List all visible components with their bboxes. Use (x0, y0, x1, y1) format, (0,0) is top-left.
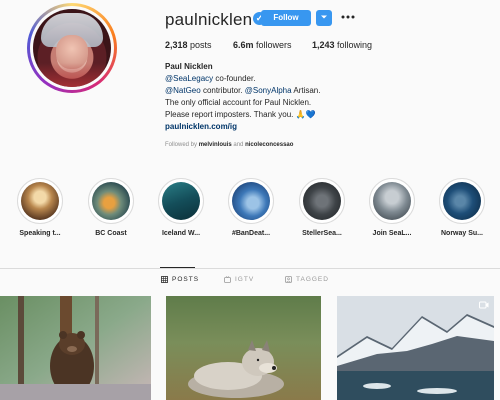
followed-by-user[interactable]: nicoleconcessao (245, 142, 293, 148)
following-count-value: 1,243 (312, 40, 335, 50)
mountains-photo (337, 296, 494, 400)
profile-full-name: Paul Nicklen (165, 62, 213, 71)
highlight-speaking[interactable]: Speaking t... (5, 178, 75, 237)
video-icon (479, 301, 489, 309)
bio-line: Please report imposters. Thank you. 🙏💙 (165, 110, 316, 119)
highlight-label: Iceland W... (161, 230, 201, 237)
igtv-icon (224, 276, 231, 283)
sonyalpha-mention-link[interactable]: @SonyAlpha (245, 86, 292, 95)
tab-posts[interactable]: POSTS (161, 276, 199, 283)
follow-button[interactable]: Follow (261, 10, 311, 26)
post-thumbnail-mountains[interactable] (337, 296, 494, 400)
sealegacy-mention-link[interactable]: @SeaLegacy (165, 74, 213, 83)
followers-count-label: followers (256, 40, 292, 50)
active-tab-indicator (160, 267, 195, 268)
posts-count-value: 2,318 (165, 40, 188, 50)
posts-count-label: posts (190, 40, 212, 50)
suggested-accounts-button[interactable] (316, 10, 332, 26)
followed-by-text[interactable]: Followed by melvinlouis and nicoleconces… (165, 142, 293, 148)
highlight-iceland[interactable]: Iceland W... (146, 178, 216, 237)
followed-by-prefix: Followed by (165, 142, 198, 148)
post-thumbnail-wolf[interactable] (166, 296, 321, 400)
wolf-photo (166, 296, 321, 400)
bio-line: @SeaLegacy co-founder. (165, 73, 255, 85)
tab-label: POSTS (172, 276, 200, 283)
profile-avatar[interactable] (27, 3, 117, 93)
natgeo-mention-link[interactable]: @NatGeo (165, 86, 201, 95)
followers-count-value: 6.6m (233, 40, 254, 50)
highlight-norway[interactable]: Norway Su... (427, 178, 497, 237)
highlight-label: StellerSea... (302, 230, 342, 237)
website-link[interactable]: paulnicklen.com/ig (165, 121, 237, 133)
bio-text: co-founder. (215, 74, 256, 83)
followed-by-user[interactable]: melvinlouis (199, 142, 232, 148)
following-count-label: following (337, 40, 373, 50)
grid-icon (161, 276, 168, 283)
bio-line: The only official account for Paul Nickl… (165, 98, 312, 107)
more-options-button[interactable] (340, 8, 356, 24)
tab-label: IGTV (235, 276, 255, 283)
highlight-label: BC Coast (95, 230, 127, 237)
bio-text: Artisan. (293, 86, 321, 95)
tabs-divider (0, 268, 500, 269)
bear-photo (0, 296, 151, 400)
tab-label: TAGGED (296, 276, 329, 283)
highlight-bc-coast[interactable]: BC Coast (76, 178, 146, 237)
highlight-label: Speaking t... (19, 230, 61, 237)
bio-line: @NatGeo contributor. @SonyAlpha Artisan. (165, 85, 320, 97)
tag-icon (285, 276, 292, 283)
tab-igtv[interactable]: IGTV (224, 276, 254, 283)
highlight-label: Join SeaL... (372, 230, 412, 237)
more-horizontal-icon (341, 15, 355, 19)
following-link[interactable]: 1,243 following (312, 40, 372, 50)
highlight-label: Norway Su... (440, 230, 483, 237)
profile-username: paulnicklen (165, 10, 253, 29)
bio-text: contributor. (202, 86, 243, 95)
followers-link[interactable]: 6.6m followers (233, 40, 292, 50)
highlight-join-sealegacy[interactable]: Join SeaL... (357, 178, 427, 237)
highlight-label: #BanDeat... (231, 230, 271, 237)
chevron-down-icon (321, 15, 327, 19)
post-thumbnail-bear[interactable] (0, 296, 151, 400)
posts-count: 2,318 posts (165, 40, 212, 50)
followed-by-joiner: and (233, 142, 244, 148)
highlight-bandeath[interactable]: #BanDeat... (216, 178, 286, 237)
tab-tagged[interactable]: TAGGED (285, 276, 329, 283)
highlight-stellersea[interactable]: StellerSea... (287, 178, 357, 237)
